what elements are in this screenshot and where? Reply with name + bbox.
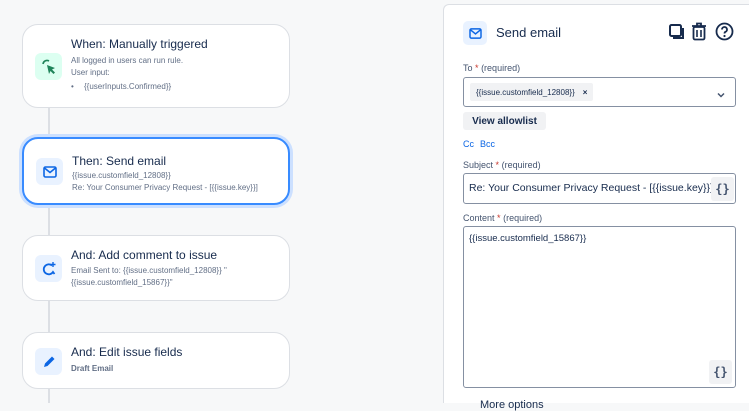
subject-value: Re: Your Consumer Privacy Request - [{{i…	[469, 182, 713, 194]
pencil-icon	[35, 348, 62, 375]
mail-icon	[463, 21, 487, 45]
send-email-card[interactable]: Then: Send email {{issue.customfield_128…	[22, 137, 290, 205]
card-desc: Email Sent to: {{issue.customfield_12808…	[71, 266, 227, 275]
rule-canvas: When: Manually triggered All logged in u…	[0, 0, 443, 403]
mail-icon	[36, 158, 63, 185]
trigger-card[interactable]: When: Manually triggered All logged in u…	[22, 24, 290, 108]
edit-fields-card[interactable]: And: Edit issue fields Draft Email	[22, 332, 290, 389]
trash-icon[interactable]	[691, 22, 707, 46]
bcc-link[interactable]: Bcc	[480, 139, 495, 149]
card-desc: Re: Your Consumer Privacy Request - [{{i…	[72, 183, 258, 192]
to-select[interactable]: {{issue.customfield_12808}} ×	[463, 77, 736, 107]
smart-value-button[interactable]: {}	[709, 360, 732, 384]
card-desc: {{issue.customfield_12808}}	[72, 171, 171, 180]
help-icon[interactable]	[715, 22, 734, 46]
to-chip: {{issue.customfield_12808}} ×	[470, 83, 594, 101]
more-options-toggle[interactable]: More options	[480, 399, 544, 411]
content-label: Content * (required)	[463, 213, 543, 223]
comment-add-icon	[35, 255, 62, 282]
subject-input[interactable]: Re: Your Consumer Privacy Request - [{{i…	[463, 173, 736, 204]
view-allowlist-button[interactable]: View allowlist	[463, 112, 546, 130]
cursor-click-icon	[35, 53, 62, 80]
cc-link[interactable]: Cc	[463, 139, 474, 149]
card-desc: {{userInputs.Confirmed}}	[84, 82, 172, 91]
panel-title: Send email	[496, 25, 562, 40]
card-title: And: Edit issue fields	[71, 345, 183, 359]
content-textarea[interactable]: {{issue.customfield_15867}} {}	[463, 226, 736, 388]
to-label: To * (required)	[463, 63, 521, 73]
card-desc: User input:	[71, 68, 110, 77]
subject-label: Subject * (required)	[463, 160, 541, 170]
content-value: {{issue.customfield_15867}}	[469, 233, 587, 244]
card-title: Then: Send email	[72, 154, 167, 168]
card-desc: All logged in users can run rule.	[71, 56, 184, 65]
chevron-down-icon[interactable]	[717, 86, 725, 104]
card-desc: {{issue.customfield_15867}}"	[71, 278, 173, 287]
smart-value-button[interactable]: {}	[711, 177, 734, 201]
bullet-icon: •	[71, 82, 74, 91]
duplicate-icon[interactable]	[668, 23, 686, 46]
card-title: And: Add comment to issue	[71, 248, 218, 262]
card-desc: Draft Email	[71, 364, 114, 373]
add-comment-card[interactable]: And: Add comment to issue Email Sent to:…	[22, 235, 290, 301]
card-title: When: Manually triggered	[71, 37, 208, 51]
chip-label: {{issue.customfield_12808}}	[476, 87, 575, 97]
config-panel: Send email To * (required) {{issue.custo…	[443, 4, 749, 411]
remove-chip-icon[interactable]: ×	[583, 88, 588, 97]
